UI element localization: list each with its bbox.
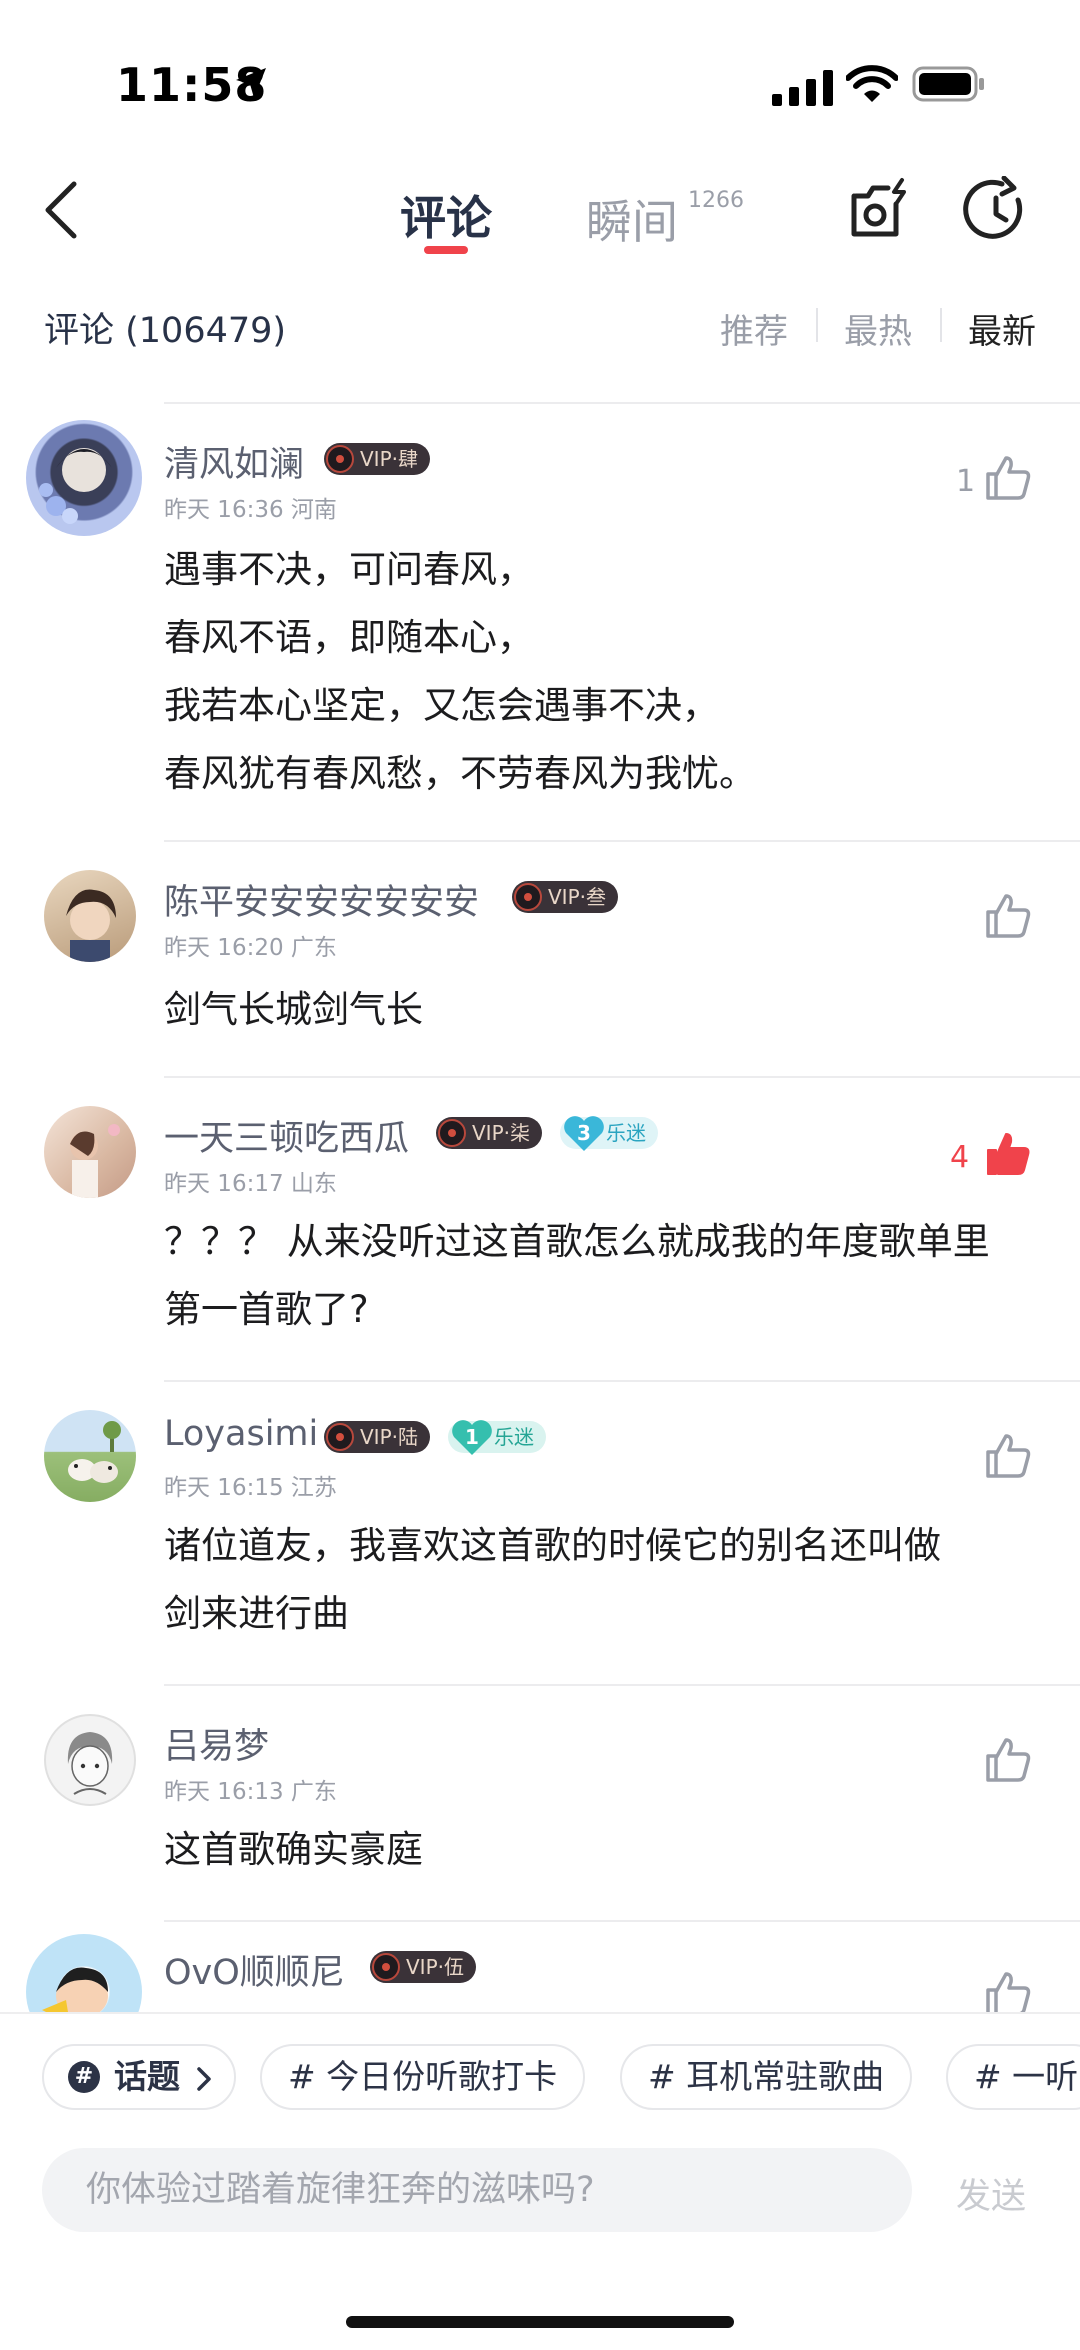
sort-separator [940, 308, 942, 342]
vinyl-disc-icon [514, 883, 542, 911]
vinyl-disc-icon [326, 445, 354, 473]
comment-username[interactable]: 陈平安安安安安安安 [164, 874, 479, 925]
sort-latest[interactable]: 最新 [968, 304, 1036, 353]
thumbs-up-icon[interactable] [984, 1970, 1032, 2016]
vip-badge-label: VIP·叁 [548, 885, 606, 909]
vinyl-disc-icon [438, 1119, 466, 1147]
comment-input[interactable]: 你体验过踏着旋律狂奔的滋味吗? [42, 2148, 912, 2232]
avatar-art-icon [70, 1124, 120, 1198]
fan-level-number: 1 [465, 1425, 479, 1449]
sort-separator [816, 308, 818, 342]
avatar-art-icon [39, 448, 112, 524]
sort-hottest[interactable]: 最热 [844, 304, 912, 353]
vip-badge-label: VIP·肆 [360, 447, 418, 471]
comment-text: ？？？ 从来没听过这首歌怎么就成我的年度歌单里 第一首歌了? [164, 1220, 990, 1331]
thumbs-up-icon[interactable] [984, 1736, 1032, 1782]
vip-badge-label: VIP·柒 [472, 1121, 530, 1145]
vip-badge[interactable]: VIP·陆 [324, 1421, 430, 1453]
tab-active-indicator [424, 246, 468, 254]
vinyl-disc-icon [326, 1423, 354, 1451]
tab-moments-count: 1266 [688, 188, 744, 213]
comment-username[interactable]: 清风如澜 [164, 436, 304, 487]
topic-chip[interactable]: # 一听 [946, 2044, 1080, 2110]
topic-button-label: 话题 [114, 2057, 180, 2096]
avatar-art-icon [67, 1732, 113, 1795]
cellular-signal-icon [772, 70, 833, 106]
avatar[interactable] [44, 870, 136, 962]
vinyl-disc-icon [372, 1953, 400, 1981]
refresh-icon[interactable] [962, 176, 1032, 246]
vip-badge[interactable]: VIP·肆 [324, 443, 430, 475]
fan-badge-label: 乐迷 [606, 1121, 646, 1145]
avatar[interactable] [44, 1410, 136, 1502]
chevron-right-icon [197, 2067, 211, 2091]
fan-badge-label: 乐迷 [494, 1425, 534, 1449]
comment-meta: 昨天 16:36 河南 [164, 497, 337, 523]
comment-meta: 昨天 16:15 江苏 [164, 1475, 337, 1501]
comment-text: 诸位道友，我喜欢这首歌的时候它的别名还叫做 剑来进行曲 [164, 1524, 941, 1635]
vip-badge-label: VIP·陆 [360, 1425, 418, 1449]
thumbs-up-icon[interactable] [984, 454, 1032, 500]
topic-button[interactable]: # 话题 [42, 2044, 236, 2110]
thumbs-up-icon[interactable] [984, 1432, 1032, 1478]
comments-count-label: 评论 (106479) [44, 311, 287, 351]
like-count: 1 [956, 464, 976, 499]
avatar-art-icon [68, 1421, 121, 1483]
divider [164, 1380, 1080, 1382]
divider [164, 840, 1080, 842]
hashtag-icon: # [68, 2061, 100, 2093]
avatar-art-icon [66, 889, 116, 962]
divider [164, 1684, 1080, 1686]
divider [164, 1076, 1080, 1078]
avatar[interactable] [26, 420, 142, 536]
fan-level-number: 3 [577, 1121, 591, 1145]
comment-text: 遇事不决，可问春风， 春风不语，即随本心， 我若本心坚定，又怎会遇事不决， 春风… [164, 548, 756, 795]
avatar[interactable] [44, 1106, 136, 1198]
fan-level-badge[interactable]: 3 乐迷 [560, 1116, 658, 1151]
vip-badge[interactable]: VIP·伍 [370, 1951, 476, 1983]
comment-username[interactable]: 吕易梦 [164, 1718, 269, 1769]
topic-chip[interactable]: # 耳机常驻歌曲 [620, 2044, 913, 2110]
vip-badge[interactable]: VIP·柒 [436, 1117, 542, 1149]
fan-level-badge[interactable]: 1 乐迷 [448, 1420, 546, 1455]
avatar[interactable] [44, 1714, 136, 1806]
camera-icon[interactable] [846, 176, 916, 246]
battery-icon [912, 66, 984, 102]
topic-chip[interactable]: # 今日份听歌打卡 [260, 2044, 586, 2110]
tab-moments[interactable]: 瞬间 [586, 186, 678, 252]
comment-meta: 昨天 16:20 广东 [164, 935, 337, 961]
wifi-icon [846, 65, 898, 102]
comment-username[interactable]: OvO顺顺尼 [164, 1944, 345, 1995]
comment-meta: 昨天 16:17 山东 [164, 1171, 337, 1197]
back-chevron-icon[interactable] [40, 178, 84, 242]
vip-badge[interactable]: VIP·叁 [512, 881, 618, 913]
comment-meta: 昨天 16:13 广东 [164, 1779, 337, 1805]
sort-recommended[interactable]: 推荐 [720, 304, 788, 353]
like-count: 4 [950, 1140, 970, 1175]
home-indicator [346, 2316, 734, 2328]
location-arrow-icon [236, 68, 266, 98]
comment-text: 剑气长城剑气长 [164, 988, 423, 1031]
comment-username[interactable]: Loyasimi [164, 1414, 318, 1454]
divider [164, 1920, 1080, 1922]
comment-text: 这首歌确实豪庭 [164, 1828, 423, 1871]
thumbs-up-icon[interactable] [984, 892, 1032, 938]
tab-comments[interactable]: 评论 [400, 182, 492, 248]
thumbs-up-filled-icon[interactable] [984, 1130, 1032, 1176]
vip-badge-label: VIP·伍 [406, 1955, 464, 1979]
send-button[interactable]: 发送 [956, 2168, 1026, 2219]
comment-username[interactable]: 一天三顿吃西瓜 [164, 1110, 409, 1161]
